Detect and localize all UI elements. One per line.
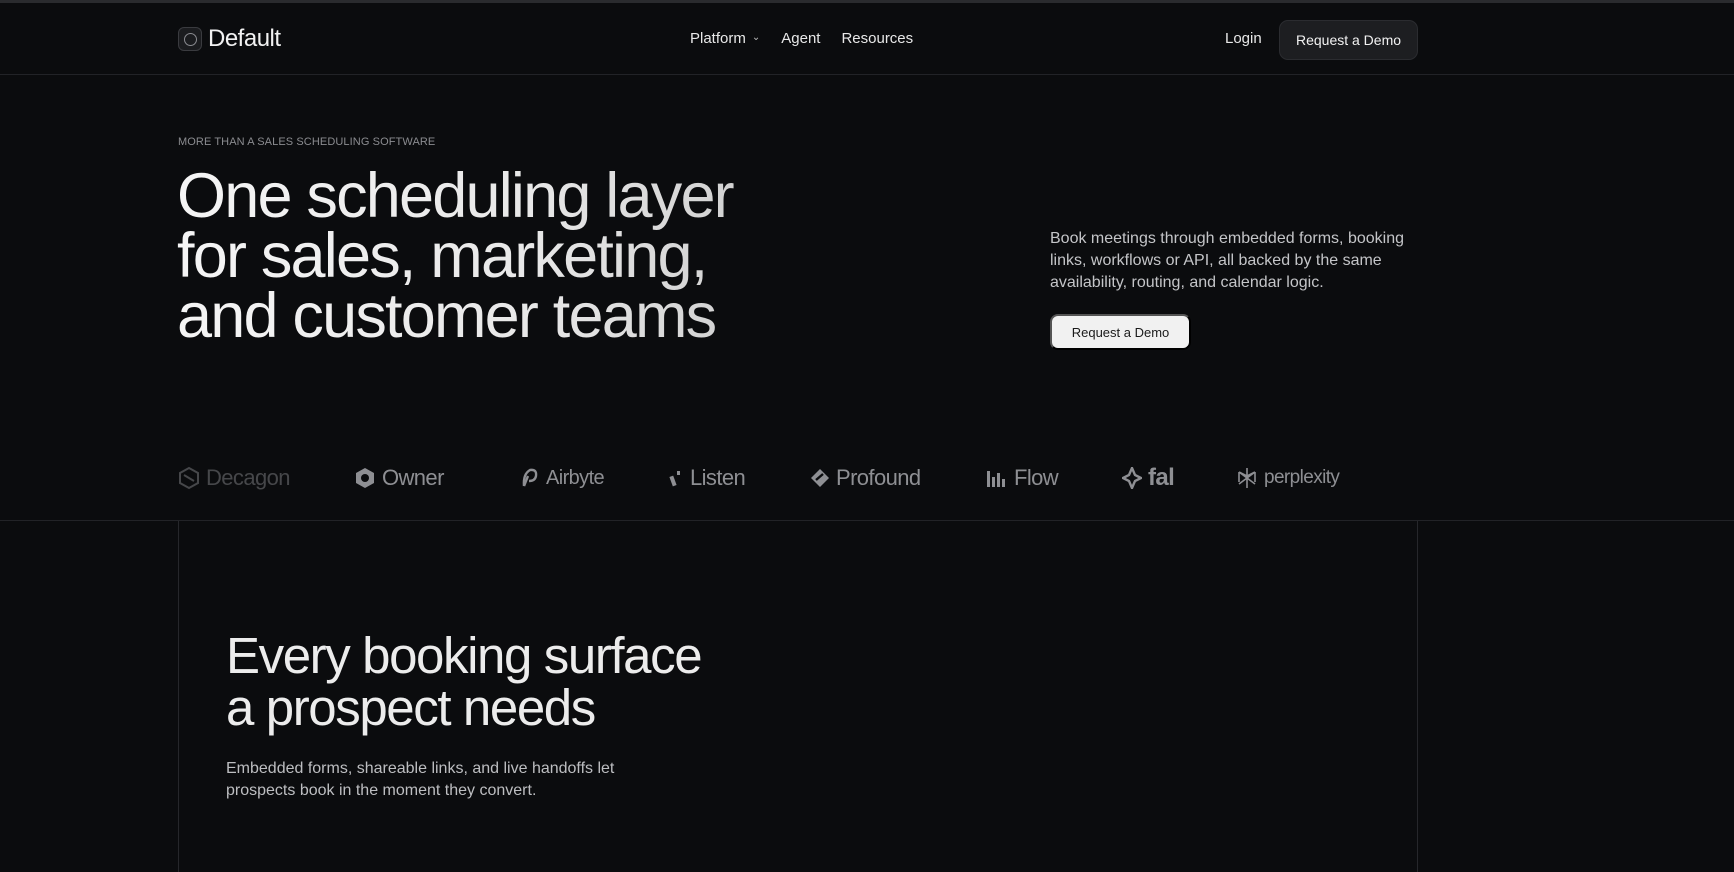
brand-name: Profound <box>836 465 921 490</box>
request-demo-button-hero[interactable]: Request a Demo <box>1050 314 1191 350</box>
section-border-right <box>1417 521 1418 872</box>
logo-mark-icon <box>178 27 202 51</box>
brand-name: Decagon <box>206 465 290 490</box>
logo-airbyte: Airbyte <box>520 462 605 494</box>
logo-listen: Listen <box>668 462 746 494</box>
site-header: Default Platform ⌄ Agent Resources Login… <box>0 3 1734 75</box>
nav-item-label: Agent <box>781 30 821 47</box>
flow-icon <box>987 471 1005 487</box>
fal-icon <box>1122 467 1142 489</box>
brand-name: Owner <box>382 465 444 490</box>
logo[interactable]: Default <box>178 25 281 53</box>
request-demo-button-header[interactable]: Request a Demo <box>1279 20 1418 60</box>
section-description: Embedded forms, shareable links, and liv… <box>226 760 615 799</box>
brand-name: perplexity <box>1264 467 1340 488</box>
hero-title: One scheduling layer for sales, marketin… <box>177 166 817 346</box>
login-link[interactable]: Login <box>1225 30 1262 47</box>
chevron-down-icon: ⌄ <box>751 32 761 43</box>
section-title: Every booking surface a prospect needs <box>226 630 746 734</box>
brand-name: fal <box>1148 464 1175 491</box>
section-border-left <box>178 521 179 872</box>
logo-fal: fal <box>1122 462 1175 494</box>
logo-profound: Profound <box>810 462 921 494</box>
brand-name: Flow <box>1014 465 1059 490</box>
nav-item-label: Resources <box>841 30 914 47</box>
logos-divider <box>0 520 1734 521</box>
logo-flow: Flow <box>986 462 1059 494</box>
airbyte-icon <box>522 468 538 487</box>
perplexity-icon <box>1238 468 1256 488</box>
brand-name: Listen <box>690 465 746 490</box>
customer-logos: Decagon Owner Airbyte Listen Profound Fl… <box>178 462 1418 494</box>
decagon-icon <box>179 466 199 490</box>
hero-title-line: and customer teams <box>177 281 716 351</box>
logo-perplexity: perplexity <box>1236 462 1340 494</box>
nav-item-agent[interactable]: Agent <box>781 30 820 47</box>
hero-eyebrow: MORE THAN A SALES SCHEDULING SOFTWARE <box>178 136 436 148</box>
logo-text: Default <box>208 25 281 52</box>
listen-icon <box>669 471 680 487</box>
logo-owner: Owner <box>354 462 444 494</box>
section-title-line: a prospect needs <box>226 679 596 736</box>
hero-title-line: One scheduling layer <box>177 161 733 231</box>
hero-title-line: for sales, marketing, <box>177 221 707 291</box>
section-title-line: Every booking surface <box>226 627 703 684</box>
nav-item-platform[interactable]: Platform ⌄ <box>690 30 760 47</box>
brand-name: Airbyte <box>546 466 605 489</box>
hero-description: Book meetings through embedded forms, bo… <box>1050 230 1404 291</box>
nav-item-resources[interactable]: Resources <box>841 30 913 47</box>
main-nav: Platform ⌄ Agent Resources <box>690 30 913 47</box>
profound-icon <box>811 469 829 487</box>
nav-item-label: Platform <box>690 30 746 47</box>
owner-icon <box>356 468 374 488</box>
logo-decagon: Decagon <box>178 462 290 494</box>
